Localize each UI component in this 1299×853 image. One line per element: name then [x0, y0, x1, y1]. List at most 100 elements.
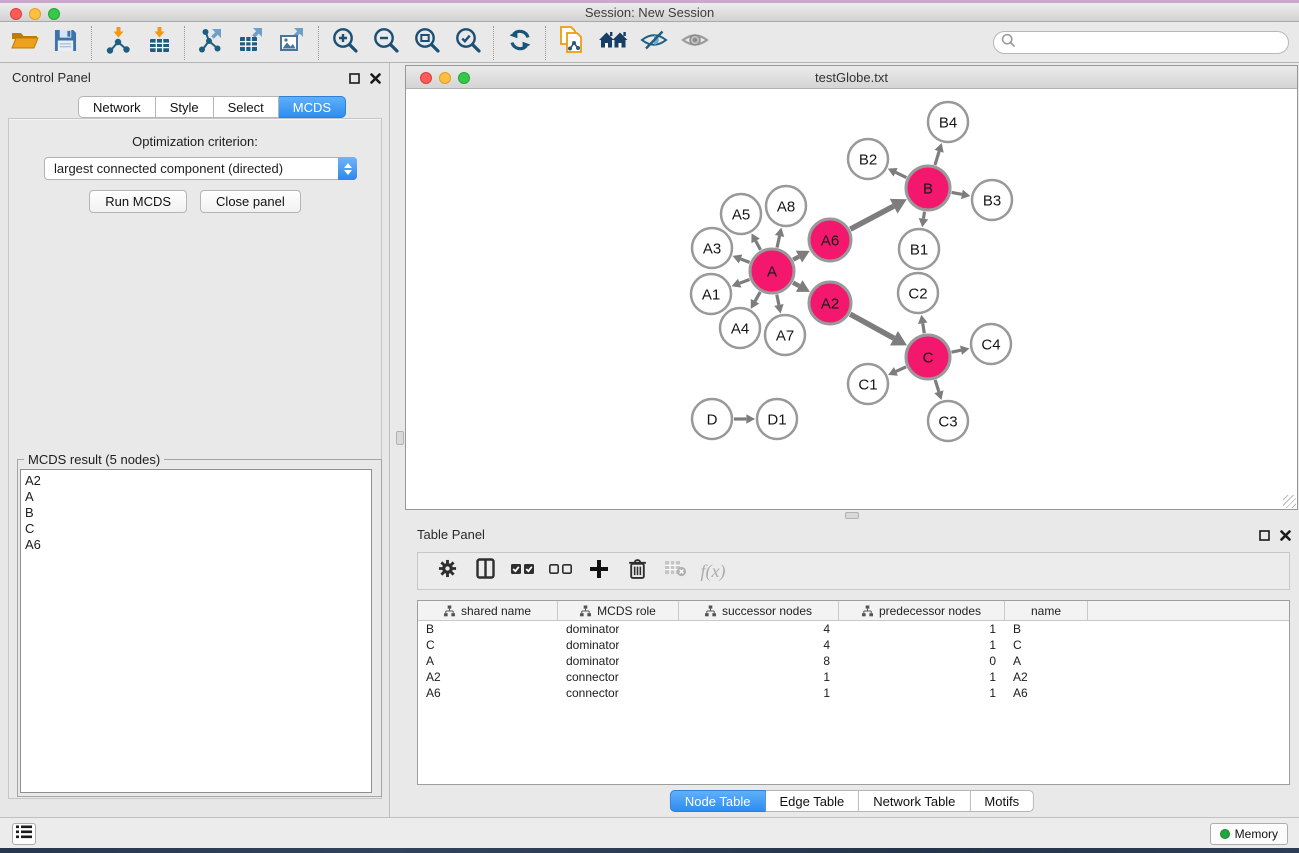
show-columns-button[interactable] — [466, 556, 504, 586]
column-header-MCDS-role[interactable]: MCDS role — [558, 601, 679, 621]
edge-B-B2[interactable] — [888, 168, 907, 178]
table-settings-button[interactable] — [428, 556, 466, 586]
column-header-shared-name[interactable]: shared name — [418, 601, 558, 621]
export-network-button[interactable] — [190, 25, 231, 61]
table-row[interactable]: Adominator80A — [418, 653, 1289, 669]
vertical-splitter-handle[interactable] — [396, 431, 404, 445]
refresh-view-button[interactable] — [499, 25, 540, 61]
minimize-window-button[interactable] — [29, 8, 41, 20]
result-item-a2[interactable]: A2 — [21, 473, 371, 489]
edge-B-B3[interactable] — [952, 190, 971, 199]
result-item-c[interactable]: C — [21, 521, 371, 537]
node-A[interactable]: A — [750, 249, 794, 293]
deselect-all-button[interactable] — [542, 556, 580, 586]
horizontal-splitter-handle[interactable] — [845, 512, 859, 519]
window-resize-grip[interactable] — [1283, 495, 1296, 508]
result-item-b[interactable]: B — [21, 505, 371, 521]
optimization-criterion-select[interactable]: largest connected component (directed) — [44, 157, 357, 180]
table-row[interactable]: A2connector11A2 — [418, 669, 1289, 685]
delete-column-button[interactable] — [618, 556, 656, 586]
edge-C-C2[interactable] — [918, 315, 927, 334]
edge-A-A3[interactable] — [733, 254, 750, 263]
tab-edge-table[interactable]: Edge Table — [765, 790, 859, 812]
cell[interactable]: C — [418, 637, 558, 653]
cell[interactable]: dominator — [558, 653, 679, 669]
tab-node-table[interactable]: Node Table — [670, 790, 766, 812]
edge-B-B1[interactable] — [919, 212, 928, 227]
edge-C-C4[interactable] — [952, 345, 970, 354]
table-row[interactable]: Cdominator41C — [418, 637, 1289, 653]
edge-A-A1[interactable] — [732, 279, 750, 288]
delete-table-button[interactable] — [656, 556, 694, 586]
cell[interactable]: A — [418, 653, 558, 669]
tab-motifs[interactable]: Motifs — [970, 790, 1034, 812]
edge-A-A5[interactable] — [751, 233, 760, 250]
select-stepper[interactable] — [338, 157, 357, 180]
function-builder-button[interactable]: f(x) — [694, 556, 732, 586]
table-row[interactable]: Bdominator41B — [418, 621, 1289, 637]
table-row[interactable]: A6connector11A6 — [418, 685, 1289, 701]
edge-C-C1[interactable] — [888, 367, 906, 376]
import-network-button[interactable] — [97, 25, 138, 61]
close-panel-icon[interactable] — [370, 71, 381, 89]
node-A3[interactable]: A3 — [692, 228, 732, 268]
run-mcds-button[interactable]: Run MCDS — [89, 190, 187, 213]
cell[interactable]: 1 — [839, 685, 1005, 701]
node-A1[interactable]: A1 — [691, 274, 731, 314]
export-table-button[interactable] — [231, 25, 272, 61]
node-table[interactable]: shared nameMCDS rolesuccessor nodesprede… — [417, 600, 1290, 785]
cell[interactable]: A2 — [1005, 669, 1088, 685]
reset-zoom-home-button[interactable] — [592, 25, 633, 61]
node-C[interactable]: C — [906, 335, 950, 379]
edge-A-A7[interactable] — [774, 295, 783, 314]
node-D1[interactable]: D1 — [757, 399, 797, 439]
select-all-button[interactable] — [504, 556, 542, 586]
cell[interactable]: 1 — [839, 621, 1005, 637]
mcds-result-list[interactable]: A2ABCA6 — [20, 469, 372, 793]
node-C3[interactable]: C3 — [928, 401, 968, 441]
task-history-button[interactable] — [12, 823, 36, 845]
tab-select[interactable]: Select — [214, 96, 279, 118]
save-session-button[interactable] — [45, 25, 86, 61]
cell[interactable]: dominator — [558, 637, 679, 653]
column-header-successor-nodes[interactable]: successor nodes — [679, 601, 839, 621]
close-network-window-button[interactable] — [420, 72, 432, 84]
cell[interactable]: connector — [558, 669, 679, 685]
zoom-network-window-button[interactable] — [458, 72, 470, 84]
float-panel-icon[interactable] — [1259, 528, 1270, 546]
node-B4[interactable]: B4 — [928, 102, 968, 142]
node-B2[interactable]: B2 — [848, 139, 888, 179]
node-D[interactable]: D — [692, 399, 732, 439]
tab-mcds[interactable]: MCDS — [279, 96, 346, 118]
toolbar-search-field[interactable] — [993, 31, 1289, 54]
cell[interactable]: B — [418, 621, 558, 637]
float-panel-icon[interactable] — [349, 71, 360, 89]
node-B[interactable]: B — [906, 166, 950, 210]
edge-A2-C[interactable] — [850, 314, 907, 345]
column-header-predecessor-nodes[interactable]: predecessor nodes — [839, 601, 1005, 621]
cell[interactable]: B — [1005, 621, 1088, 637]
node-A8[interactable]: A8 — [766, 186, 806, 226]
zoom-window-button[interactable] — [48, 8, 60, 20]
zoom-fit-button[interactable] — [406, 25, 447, 61]
cell[interactable]: 4 — [679, 637, 839, 653]
show-graphics-button[interactable] — [674, 25, 715, 61]
close-panel-icon[interactable] — [1280, 528, 1291, 546]
node-C2[interactable]: C2 — [898, 273, 938, 313]
node-A7[interactable]: A7 — [765, 315, 805, 355]
close-panel-button[interactable]: Close panel — [200, 190, 301, 213]
cell[interactable]: A2 — [418, 669, 558, 685]
edge-C-C3[interactable] — [934, 380, 943, 400]
search-input[interactable] — [1016, 35, 1266, 50]
clone-network-button[interactable] — [551, 25, 592, 61]
edge-A-A2[interactable] — [793, 280, 810, 292]
cell[interactable]: 8 — [679, 653, 839, 669]
node-A6[interactable]: A6 — [809, 219, 851, 261]
cell[interactable]: 1 — [839, 669, 1005, 685]
minimize-network-window-button[interactable] — [439, 72, 451, 84]
cell[interactable]: C — [1005, 637, 1088, 653]
export-image-button[interactable] — [272, 25, 313, 61]
cell[interactable]: 1 — [679, 685, 839, 701]
edge-B-B4[interactable] — [935, 143, 944, 165]
tab-network-table[interactable]: Network Table — [859, 790, 970, 812]
